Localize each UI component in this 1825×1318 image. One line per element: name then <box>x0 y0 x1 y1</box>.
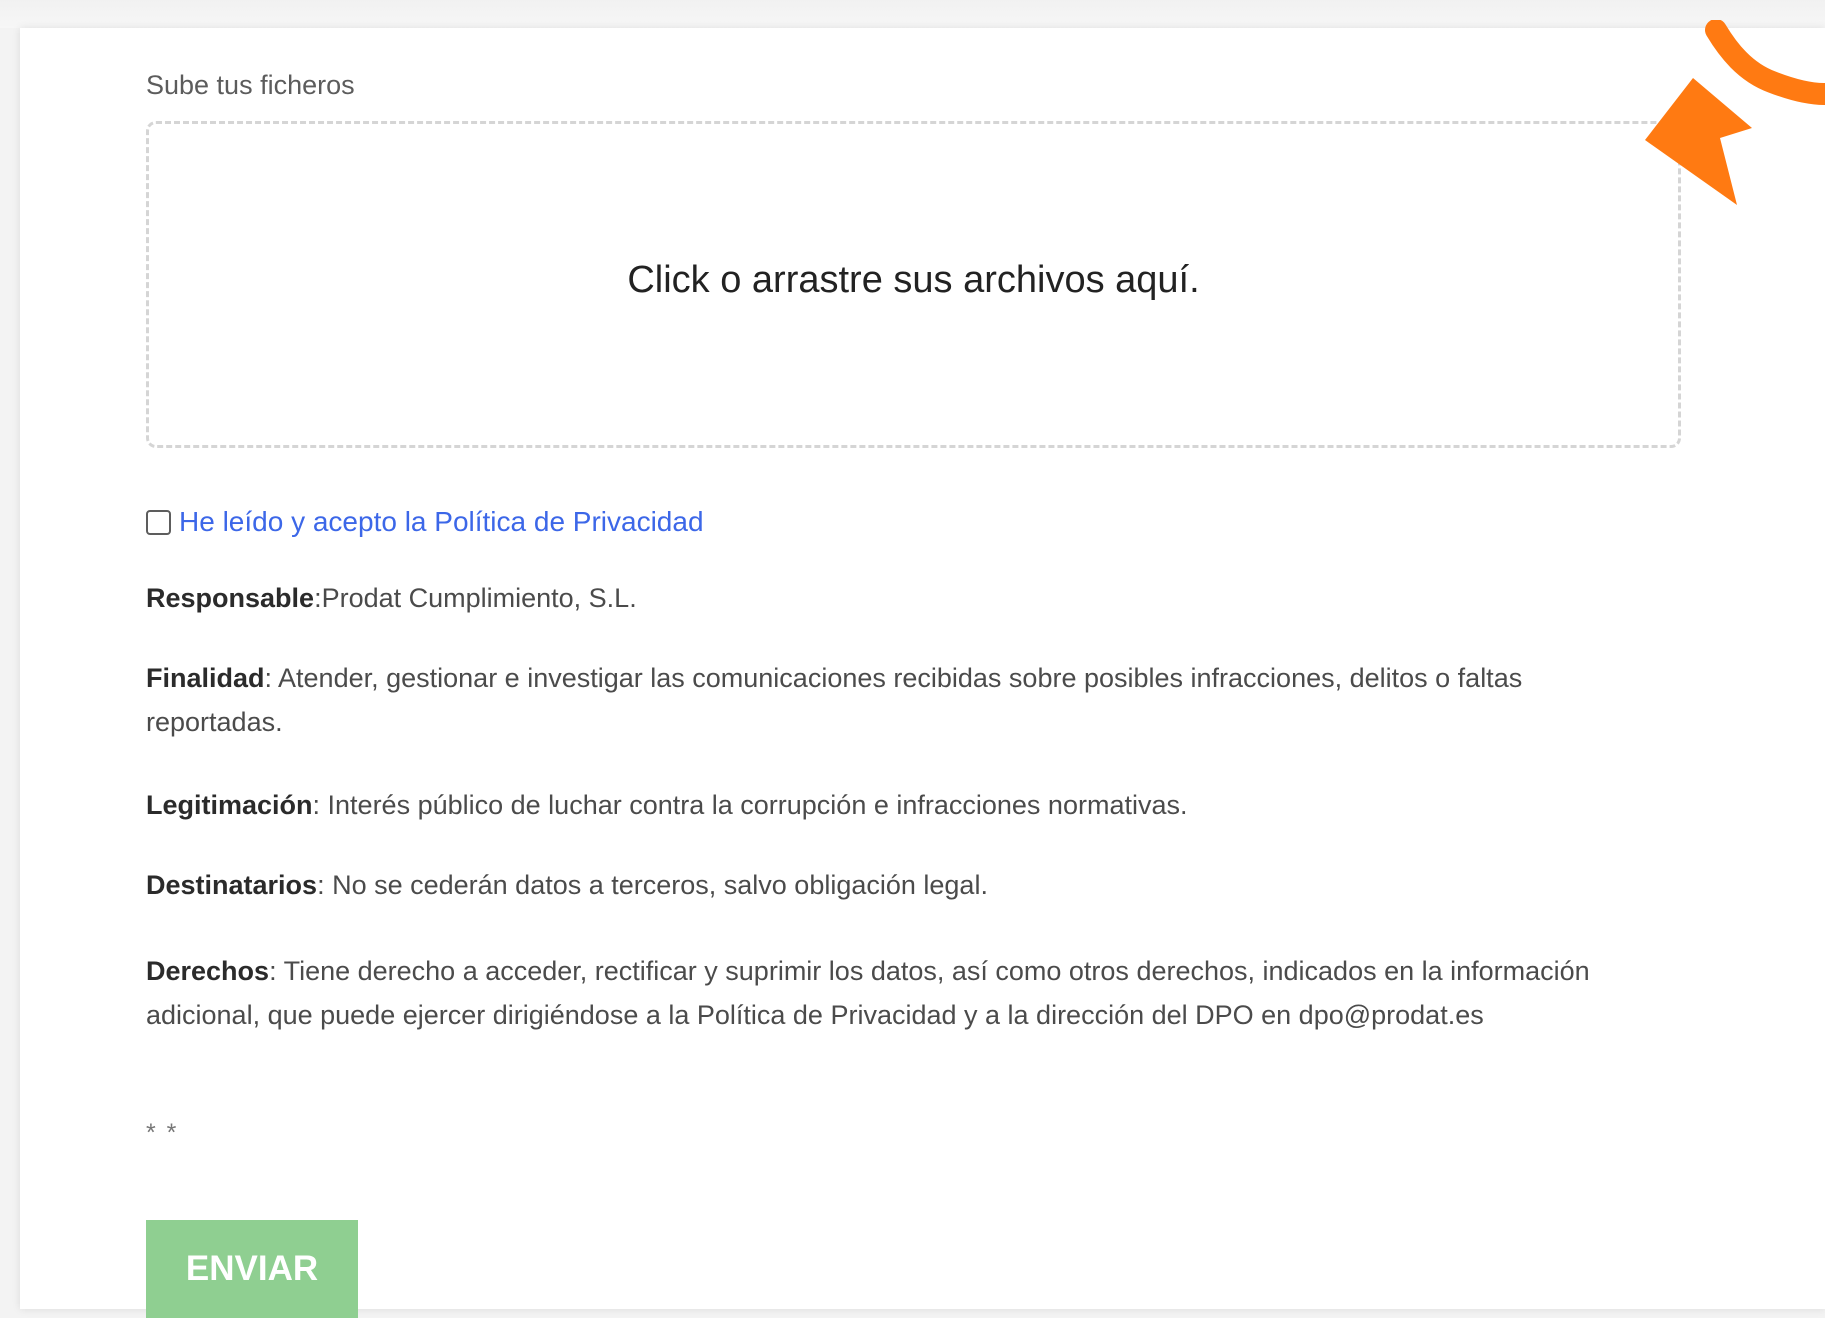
form-card: Sube tus ficheros Click o arrastre sus a… <box>20 28 1825 1318</box>
legal-destinatarios-title: Destinatarios <box>146 870 318 900</box>
legal-responsable-text: :Prodat Cumplimiento, S.L. <box>314 583 637 613</box>
dropzone-text: Click o arrastre sus archivos aquí. <box>627 259 1200 301</box>
legal-responsable: Responsable:Prodat Cumplimiento, S.L. <box>146 576 1656 620</box>
page-top-band <box>0 0 1825 28</box>
legal-responsable-title: Responsable <box>146 583 315 613</box>
upload-label: Sube tus ficheros <box>146 70 355 100</box>
legal-derechos: Derechos: Tiene derecho a acceder, recti… <box>146 949 1656 1037</box>
legal-destinatarios: Destinatarios: No se cederán datos a ter… <box>146 863 1656 907</box>
legal-legitimacion-title: Legitimación <box>146 790 313 820</box>
legal-legitimacion: Legitimación: Interés público de luchar … <box>146 783 1656 827</box>
submit-button[interactable]: ENVIAR <box>146 1220 358 1318</box>
legal-finalidad-title: Finalidad <box>146 663 265 693</box>
legal-destinatarios-text: : No se cederán datos a terceros, salvo … <box>317 870 988 900</box>
legal-derechos-title: Derechos <box>146 956 270 986</box>
legal-legitimacion-text: : Interés público de luchar contra la co… <box>312 790 1188 820</box>
privacy-checkbox[interactable] <box>146 509 171 535</box>
required-asterisks: * * <box>146 1119 179 1147</box>
privacy-policy-link[interactable]: He leído y acepto la Política de Privaci… <box>179 506 704 538</box>
legal-derechos-text: : Tiene derecho a acceder, rectificar y … <box>146 956 1590 1030</box>
legal-finalidad-text: : Atender, gestionar e investigar las co… <box>146 663 1523 737</box>
legal-finalidad: Finalidad: Atender, gestionar e investig… <box>146 656 1656 744</box>
file-dropzone[interactable]: Click o arrastre sus archivos aquí. <box>146 121 1681 448</box>
privacy-consent-row: He leído y acepto la Política de Privaci… <box>146 506 704 538</box>
